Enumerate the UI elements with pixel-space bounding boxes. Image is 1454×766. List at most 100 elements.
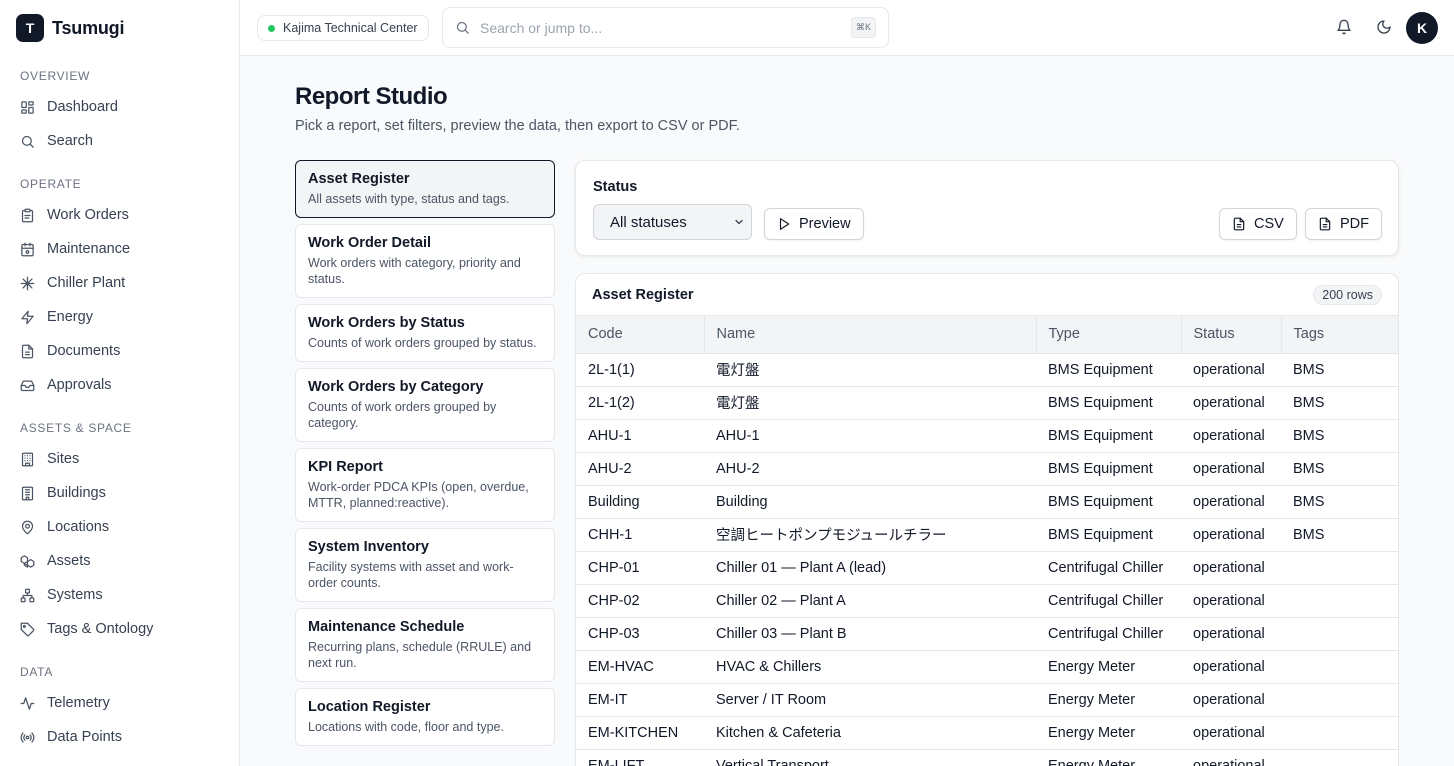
table-row[interactable]: EM-IT Server / IT Room Energy Meter operati… <box>576 683 1398 717</box>
report-preview-title: Asset Register <box>592 286 694 303</box>
table-row[interactable]: EM-HVAC HVAC & Chillers Energy Meter operat… <box>576 650 1398 684</box>
column-header-status[interactable]: Status <box>1181 316 1282 354</box>
table-cell-name: 電灯盤 <box>704 386 1036 420</box>
column-header-code[interactable]: Code <box>576 316 705 354</box>
report-name: Asset Register <box>308 171 410 187</box>
status-filter-label: Status <box>593 179 638 195</box>
column-header-name[interactable]: Name <box>704 316 1037 354</box>
table-cell-name: Building <box>704 485 1036 519</box>
preview-button[interactable]: Preview <box>764 208 864 240</box>
tag-icon <box>20 622 35 636</box>
bell-icon[interactable] <box>1333 16 1355 38</box>
sidebar-item-energy[interactable]: Energy <box>0 300 239 334</box>
sidebar-item-approvals[interactable]: Approvals <box>0 368 239 402</box>
report-item-work-orders-by-category[interactable]: Work Orders by Category Counts of work or… <box>295 368 555 442</box>
sidebar-item-search[interactable]: Search <box>0 124 239 158</box>
report-item-maintenance-schedule[interactable]: Maintenance Schedule Recurring plans, sch… <box>295 608 555 682</box>
report-item-kpi-report[interactable]: KPI Report Work-order PDCA KPIs (open, ov… <box>295 448 555 522</box>
sidebar-item-assets[interactable]: Assets <box>0 544 239 578</box>
sidebar-item-maintenance[interactable]: Maintenance <box>0 232 239 266</box>
table-cell-name: Chiller 03 — Plant B <box>704 617 1036 651</box>
site-selector[interactable]: Kajima Technical Center <box>257 15 429 41</box>
report-preview-header: Asset Register 200 rows <box>576 274 1398 316</box>
moon-icon[interactable] <box>1373 16 1395 38</box>
sidebar-item-locations[interactable]: Locations <box>0 510 239 544</box>
office-icon <box>21 486 34 500</box>
column-header-tags[interactable]: Tags <box>1281 316 1398 354</box>
table-row[interactable]: Building Building BMS Equipment operational… <box>576 485 1398 519</box>
table-row[interactable]: AHU-2 AHU-2 BMS Equipment operational BMS <box>576 452 1398 486</box>
sidebar-item-documents[interactable]: Documents <box>0 334 239 368</box>
table-cell-code: EM-LIFT <box>576 749 704 766</box>
table-row[interactable]: EM-KITCHEN Kitchen & Cafeteria Energy Mete… <box>576 716 1398 750</box>
report-item-work-orders-by-status[interactable]: Work Orders by Status Counts of work orde… <box>295 304 555 362</box>
export-pdf-button[interactable]: PDF <box>1305 208 1382 240</box>
sidebar-item-buildings[interactable]: Buildings <box>0 476 239 510</box>
building-icon <box>21 452 34 466</box>
table-header-row: Code Name Type Status Tags <box>576 316 1398 354</box>
table-cell-type: Centrifugal Chiller <box>1036 584 1181 618</box>
sidebar-item-systems[interactable]: Systems <box>0 578 239 612</box>
sidebar-item-label: Telemetry <box>47 695 110 711</box>
file-text-icon <box>1233 217 1245 231</box>
sidebar-item-chiller-plant[interactable]: Chiller Plant <box>0 266 239 300</box>
column-header-type[interactable]: Type <box>1036 316 1182 354</box>
pdf-button-label: PDF <box>1340 216 1369 232</box>
global-search[interactable]: ⌘K <box>442 7 889 48</box>
export-csv-button[interactable]: CSV <box>1219 208 1297 240</box>
table-cell-code: CHP-01 <box>576 551 704 585</box>
filter-card: Status All statuses Preview CSV PDF <box>575 160 1399 256</box>
table-cell-status: operational <box>1181 650 1281 684</box>
table-row[interactable]: CHP-02 Chiller 02 — Plant A Centrifugal Ch… <box>576 584 1398 618</box>
sidebar-item-telemetry[interactable]: Telemetry <box>0 686 239 720</box>
table-cell-name: AHU-1 <box>704 419 1036 453</box>
report-description: Locations with code, floor and type. <box>308 720 504 734</box>
row-count-badge: 200 rows <box>1313 284 1382 305</box>
table-cell-tags <box>1281 716 1398 750</box>
report-description: Counts of work orders grouped by status. <box>308 336 537 350</box>
nav-section-overview: OVERVIEW Dashboard Search <box>0 62 239 158</box>
nav-heading: OPERATE <box>20 177 82 191</box>
table-row[interactable]: 2L-1(1) 電灯盤 BMS Equipment operational BMS <box>576 353 1398 387</box>
table-cell-code: 2L-1(1) <box>576 353 704 387</box>
report-description: Work orders with category, priority and … <box>308 256 521 286</box>
table-row[interactable]: CHP-01 Chiller 01 — Plant A (lead) Centrif… <box>576 551 1398 585</box>
table-row[interactable]: 2L-1(2) 電灯盤 BMS Equipment operational BMS <box>576 386 1398 420</box>
table-cell-type: Energy Meter <box>1036 650 1181 684</box>
report-item-work-order-detail[interactable]: Work Order Detail Work orders with catego… <box>295 224 555 298</box>
chevron-down-icon <box>735 219 743 225</box>
sidebar: T Tsumugi OVERVIEW Dashboard Search OPERATE… <box>0 0 240 766</box>
sidebar-item-sites[interactable]: Sites <box>0 442 239 476</box>
report-item-location-register[interactable]: Location Register Locations with code, fl… <box>295 688 555 746</box>
status-select[interactable]: All statuses <box>593 204 752 240</box>
table-cell-type: Energy Meter <box>1036 683 1181 717</box>
sidebar-item-label: Tags & Ontology <box>47 621 154 637</box>
search-shortcut: ⌘K <box>850 17 876 38</box>
site-status-dot <box>268 24 275 32</box>
report-description: Facility systems with asset and work-ord… <box>308 560 514 590</box>
table-row[interactable]: EM-LIFT Vertical Transport Energy Meter ope… <box>576 749 1398 766</box>
brand[interactable]: T Tsumugi <box>0 0 239 56</box>
table-cell-status: operational <box>1181 386 1281 420</box>
sidebar-item-dashboard[interactable]: Dashboard <box>0 90 239 124</box>
table-row[interactable]: CHP-03 Chiller 03 — Plant B Centrifugal Ch… <box>576 617 1398 651</box>
table-row[interactable]: CHH-1 空調ヒートポンプモジュールチラー BMS Equipment operat… <box>576 518 1398 552</box>
table-cell-tags: BMS <box>1281 386 1398 420</box>
table-cell-name: Kitchen & Cafeteria <box>704 716 1036 750</box>
report-description: Recurring plans, schedule (RRULE) and ne… <box>308 640 532 670</box>
sidebar-item-work-orders[interactable]: Work Orders <box>0 198 239 232</box>
table-cell-name: Server / IT Room <box>704 683 1036 717</box>
report-description: Counts of work orders grouped by categor… <box>308 400 497 430</box>
sidebar-item-tags-and-ontology[interactable]: Tags & Ontology <box>0 612 239 646</box>
table-cell-status: operational <box>1181 617 1281 651</box>
avatar[interactable]: K <box>1406 12 1438 44</box>
site-name: Kajima Technical Center <box>283 21 418 35</box>
report-item-system-inventory[interactable]: System Inventory Facility systems with as… <box>295 528 555 602</box>
nav-heading: OVERVIEW <box>20 69 91 83</box>
sidebar-item-label: Energy <box>47 309 93 325</box>
sidebar-item-data-points[interactable]: Data Points <box>0 720 239 754</box>
table-row[interactable]: AHU-1 AHU-1 BMS Equipment operational BMS <box>576 419 1398 453</box>
report-item-asset-register[interactable]: Asset Register All assets with type, stat… <box>295 160 555 218</box>
calendar-wrench-icon <box>21 242 34 256</box>
search-input[interactable] <box>480 19 841 36</box>
